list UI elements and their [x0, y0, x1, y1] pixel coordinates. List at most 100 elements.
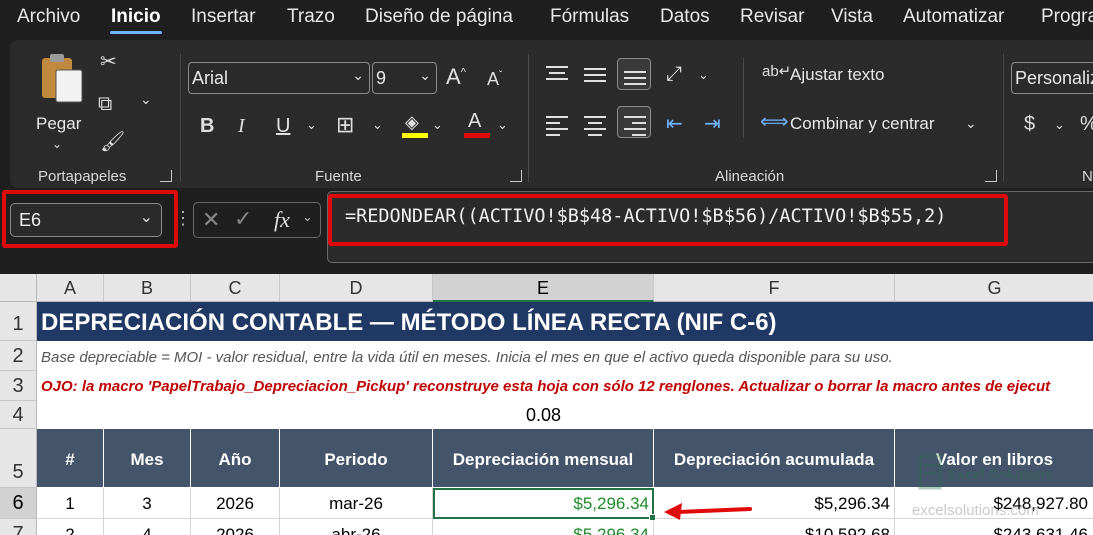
check-icon[interactable]: ✓: [234, 206, 252, 232]
column-header-d[interactable]: D: [280, 274, 433, 302]
table-cell[interactable]: 4: [104, 519, 191, 535]
select-all-corner[interactable]: [0, 274, 37, 302]
merge-center-button[interactable]: Combinar y centrar: [790, 114, 935, 134]
currency-button[interactable]: $: [1024, 114, 1035, 134]
column-header-e[interactable]: E: [433, 274, 654, 302]
align-bottom-icon: [624, 71, 646, 89]
copy-icon[interactable]: ⧉: [98, 94, 112, 114]
align-top-icon[interactable]: [546, 66, 568, 84]
align-middle-icon[interactable]: [584, 68, 606, 86]
percent-button[interactable]: %: [1080, 114, 1093, 134]
rate-cell[interactable]: 0.08: [433, 405, 654, 426]
row-header-2[interactable]: 2: [0, 341, 37, 371]
header-ano[interactable]: Año: [191, 429, 280, 487]
header-depreciacion-mensual[interactable]: Depreciación mensual: [433, 429, 654, 487]
more-icon[interactable]: ⋮: [174, 208, 192, 229]
menu-insertar[interactable]: Insertar: [191, 6, 255, 28]
align-right-button[interactable]: [617, 106, 651, 138]
orientation-chevron-icon[interactable]: ⌄: [698, 68, 709, 81]
chevron-down-icon: ⌄: [352, 67, 364, 83]
menu-vista[interactable]: Vista: [831, 6, 873, 28]
sheet-title[interactable]: DEPRECIACIÓN CONTABLE — MÉTODO LÍNEA REC…: [37, 302, 1093, 341]
paste-button[interactable]: Pegar ⌄: [32, 50, 88, 150]
format-painter-icon[interactable]: 🖌: [100, 132, 125, 152]
increase-indent-icon[interactable]: ⇥: [704, 114, 721, 134]
header-depreciacion-acumulada[interactable]: Depreciación acumulada: [654, 429, 895, 487]
row-header-3[interactable]: 3: [0, 371, 37, 401]
font-color-chevron-icon[interactable]: ⌄: [497, 118, 508, 131]
fill-chevron-icon[interactable]: ⌄: [432, 118, 443, 131]
align-bottom-button[interactable]: [617, 58, 651, 90]
row-header-6[interactable]: 6: [0, 488, 37, 519]
column-header-a[interactable]: A: [37, 274, 104, 302]
align-left-icon[interactable]: [546, 116, 568, 140]
menu-programador[interactable]: Progra: [1041, 6, 1093, 28]
italic-button[interactable]: I: [238, 116, 245, 136]
copy-chevron-icon[interactable]: ⌄: [140, 92, 152, 106]
menu-trazo[interactable]: Trazo: [287, 6, 335, 28]
decrease-font-icon[interactable]: Aˇ: [487, 70, 502, 88]
fill-color-icon[interactable]: ◈: [402, 112, 428, 140]
menu-diseno-pagina[interactable]: Diseño de página: [365, 6, 513, 28]
row-header-5[interactable]: 5: [0, 429, 37, 488]
watermark: Excel Solutions excelsolutions.com: [910, 452, 1090, 522]
borders-icon[interactable]: ⊞: [336, 114, 354, 136]
borders-chevron-icon[interactable]: ⌄: [372, 118, 383, 131]
font-launcher-icon[interactable]: [510, 170, 522, 182]
header-number[interactable]: #: [37, 429, 104, 487]
row-header-1[interactable]: 1: [0, 302, 37, 341]
group-label-alineacion: Alineación: [715, 168, 785, 185]
active-tab-indicator: [110, 31, 162, 34]
menu-archivo[interactable]: Archivo: [17, 6, 80, 28]
header-periodo[interactable]: Periodo: [280, 429, 433, 487]
table-cell[interactable]: 2: [37, 519, 104, 535]
font-size-combo[interactable]: 9 ⌄: [372, 62, 437, 94]
menu-inicio[interactable]: Inicio: [111, 6, 161, 28]
currency-chevron-icon[interactable]: ⌄: [1054, 118, 1065, 131]
wrap-text-button[interactable]: Ajustar texto: [790, 65, 885, 85]
table-cell[interactable]: 1: [37, 488, 104, 519]
group-label-fuente: Fuente: [315, 168, 362, 185]
merge-chevron-icon[interactable]: ⌄: [965, 116, 977, 130]
row-header-4[interactable]: 4: [0, 401, 37, 429]
row-header-7[interactable]: 7: [0, 519, 37, 535]
font-color-icon[interactable]: A: [464, 110, 490, 140]
table-cell[interactable]: 2026: [191, 488, 280, 519]
column-header-b[interactable]: B: [104, 274, 191, 302]
insert-function-button[interactable]: fx: [274, 207, 290, 233]
table-cell[interactable]: 2026: [191, 519, 280, 535]
watermark-logo-icon: [918, 454, 942, 490]
decrease-indent-icon[interactable]: ⇤: [666, 114, 683, 134]
clipboard-launcher-icon[interactable]: [160, 170, 172, 182]
underline-chevron-icon[interactable]: ⌄: [306, 118, 317, 131]
fill-handle[interactable]: [649, 514, 656, 521]
cut-icon[interactable]: ✂: [100, 52, 117, 72]
spreadsheet-grid[interactable]: A B C D E F G 1 2 3 4 5 6 7 DEPRECIACIÓN…: [0, 274, 1093, 535]
column-header-f[interactable]: F: [654, 274, 895, 302]
column-header-c[interactable]: C: [191, 274, 280, 302]
menu-automatizar[interactable]: Automatizar: [903, 6, 1004, 28]
bold-button[interactable]: B: [200, 116, 214, 136]
table-cell[interactable]: abr-26: [280, 519, 433, 535]
note-base-depreciable[interactable]: Base depreciable = MOI - valor residual,…: [41, 349, 893, 366]
alignment-launcher-icon[interactable]: [985, 170, 997, 182]
underline-button[interactable]: U: [276, 116, 290, 136]
column-header-g[interactable]: G: [895, 274, 1093, 302]
orientation-icon[interactable]: ⤢: [666, 64, 682, 84]
table-cell[interactable]: 3: [104, 488, 191, 519]
menu-revisar[interactable]: Revisar: [740, 6, 804, 28]
align-center-icon[interactable]: [584, 116, 606, 140]
increase-font-icon[interactable]: A^: [446, 66, 466, 88]
cancel-icon[interactable]: ✕: [202, 207, 220, 233]
menu-formulas[interactable]: Fórmulas: [550, 6, 629, 28]
number-format-combo[interactable]: Personaliz: [1011, 62, 1093, 94]
table-cell[interactable]: mar-26: [280, 488, 433, 519]
group-separator: [743, 58, 744, 138]
menu-datos[interactable]: Datos: [660, 6, 710, 28]
chevron-down-icon[interactable]: ⌄: [302, 209, 313, 225]
font-family-combo[interactable]: Arial ⌄: [188, 62, 370, 94]
header-mes[interactable]: Mes: [104, 429, 191, 487]
align-right-icon: [624, 116, 646, 140]
table-cell[interactable]: $5,296.34: [433, 519, 654, 535]
note-macro-warning[interactable]: OJO: la macro 'PapelTrabajo_Depreciacion…: [41, 378, 1050, 395]
